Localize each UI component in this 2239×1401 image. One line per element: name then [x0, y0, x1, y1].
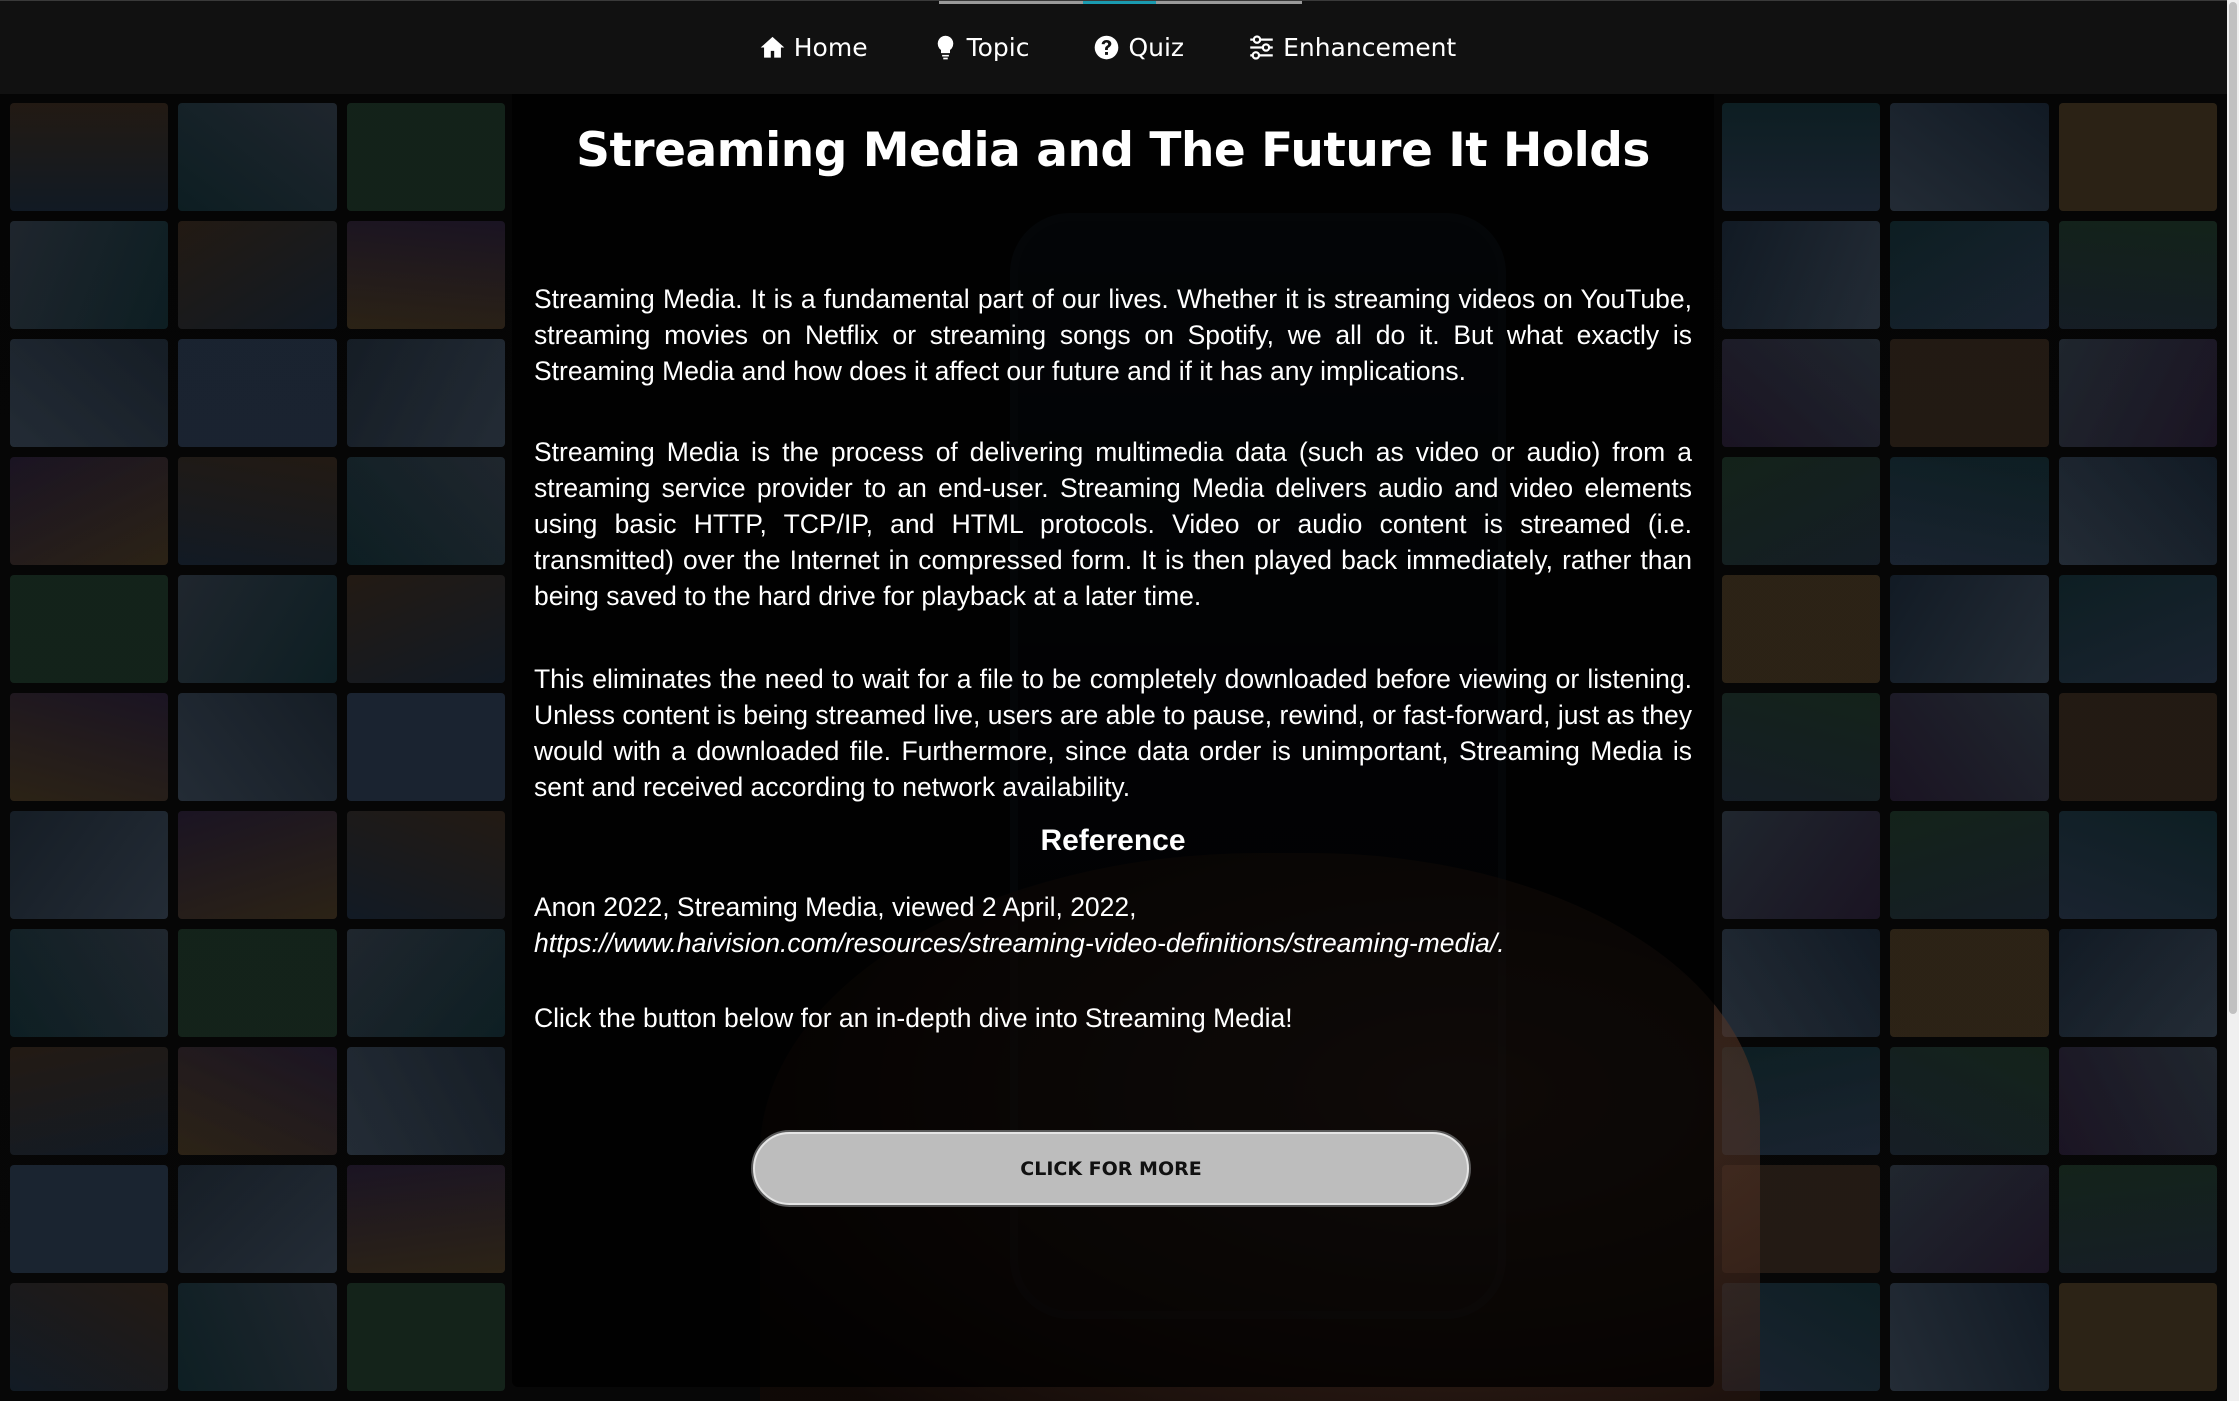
screen-tile	[178, 339, 337, 447]
nav-item-topic[interactable]: Topic	[932, 33, 1030, 62]
screen-tile	[10, 1283, 169, 1391]
screen-tile	[1890, 1165, 2049, 1273]
screen-tile	[346, 103, 505, 211]
nav-item-label: Home	[793, 33, 868, 62]
cta-text: Click the button below for an in-depth d…	[534, 1003, 1293, 1033]
sliders-icon	[1250, 35, 1273, 60]
screen-tile	[1890, 811, 2049, 919]
screen-tile	[2058, 1283, 2217, 1391]
screen-tile	[346, 693, 505, 801]
screen-tile	[178, 929, 337, 1037]
screen-tile	[2058, 811, 2217, 919]
content-panel: Streaming Media and The Future It Holds …	[512, 93, 1714, 1387]
screen-tile	[346, 1283, 505, 1391]
screen-tile	[1722, 575, 1881, 683]
reference-url: https://www.haivision.com/resources/stre…	[534, 928, 1505, 958]
nav-item-label: Quiz	[1128, 33, 1185, 62]
screen-tile	[2058, 929, 2217, 1037]
screen-tile	[346, 811, 505, 919]
screen-tile	[1722, 693, 1881, 801]
screen-tile	[1890, 693, 2049, 801]
screen-tile	[1890, 929, 2049, 1037]
nav-item-enhancement[interactable]: Enhancement	[1248, 33, 1456, 62]
nav-item-label: Topic	[966, 33, 1030, 62]
screen-tile	[10, 457, 169, 565]
screen-tile	[1722, 103, 1881, 211]
screen-tile	[178, 221, 337, 329]
benefits-paragraph: This eliminates the need to wait for a f…	[534, 664, 1692, 802]
screen-tile	[1722, 457, 1881, 565]
screen-tile	[1722, 811, 1881, 919]
page-title: Streaming Media and The Future It Holds	[576, 123, 1650, 178]
screen-tile	[346, 575, 505, 683]
screen-tile	[178, 1165, 337, 1273]
screen-tile	[346, 1165, 505, 1273]
screen-tile	[2058, 103, 2217, 211]
screen-tile	[10, 339, 169, 447]
screen-tile	[178, 1047, 337, 1155]
top-navbar: Home Topic Quiz Enhancement	[0, 0, 2227, 94]
screen-tile	[1890, 103, 2049, 211]
screen-tile	[1722, 221, 1881, 329]
screen-tile	[2058, 575, 2217, 683]
reference-heading: Reference	[1040, 824, 1186, 857]
screen-tile	[10, 1047, 169, 1155]
right-screen-wall	[1712, 93, 2227, 1401]
screen-tile	[10, 693, 169, 801]
screen-tile	[346, 339, 505, 447]
screen-tile	[178, 693, 337, 801]
screen-tile	[1890, 575, 2049, 683]
screen-tile	[178, 811, 337, 919]
screen-tile	[10, 929, 169, 1037]
screen-tile	[2058, 1165, 2217, 1273]
scrollbar[interactable]	[2227, 0, 2239, 1401]
screen-tile	[2058, 1047, 2217, 1155]
home-icon	[760, 36, 785, 58]
screen-tile	[1890, 1283, 2049, 1391]
question-circle-icon	[1095, 35, 1119, 60]
screen-tile	[178, 1283, 337, 1391]
screen-tile	[10, 811, 169, 919]
intro-paragraph: Streaming Media. It is a fundamental par…	[534, 284, 1692, 386]
left-screen-wall	[0, 93, 515, 1401]
screen-tile	[2058, 339, 2217, 447]
screen-tile	[10, 575, 169, 683]
definition-paragraph: Streaming Media is the process of delive…	[534, 437, 1692, 611]
nav-list: Home Topic Quiz Enhancement	[0, 1, 2227, 94]
screen-tile	[178, 575, 337, 683]
screen-tile	[1890, 1047, 2049, 1155]
screen-tile	[178, 457, 337, 565]
lightbulb-icon	[937, 35, 953, 60]
screen-tile	[10, 103, 169, 211]
screen-tile	[346, 221, 505, 329]
nav-item-quiz[interactable]: Quiz	[1093, 33, 1184, 62]
screen-tile	[178, 103, 337, 211]
screen-tile	[10, 1165, 169, 1273]
nav-item-label: Enhancement	[1283, 33, 1457, 62]
screen-tile	[10, 221, 169, 329]
click-for-more-button[interactable]: CLICK FOR MORE	[753, 1132, 1469, 1205]
screen-tile	[1890, 221, 2049, 329]
screen-tile	[2058, 457, 2217, 565]
reference-citation: Anon 2022, Streaming Media, viewed 2 Apr…	[534, 892, 1137, 922]
screen-tile	[346, 929, 505, 1037]
screen-tile	[2058, 221, 2217, 329]
screen-tile	[1722, 339, 1881, 447]
screen-tile	[346, 1047, 505, 1155]
screen-tile	[1890, 457, 2049, 565]
screen-tile	[346, 457, 505, 565]
nav-item-home[interactable]: Home	[759, 33, 868, 62]
screen-tile	[1722, 929, 1881, 1037]
scrollbar-thumb[interactable]	[2229, 2, 2237, 1014]
screen-tile	[1890, 339, 2049, 447]
screen-tile	[2058, 693, 2217, 801]
page: Home Topic Quiz Enhancement Streaming Me…	[0, 0, 2239, 1401]
